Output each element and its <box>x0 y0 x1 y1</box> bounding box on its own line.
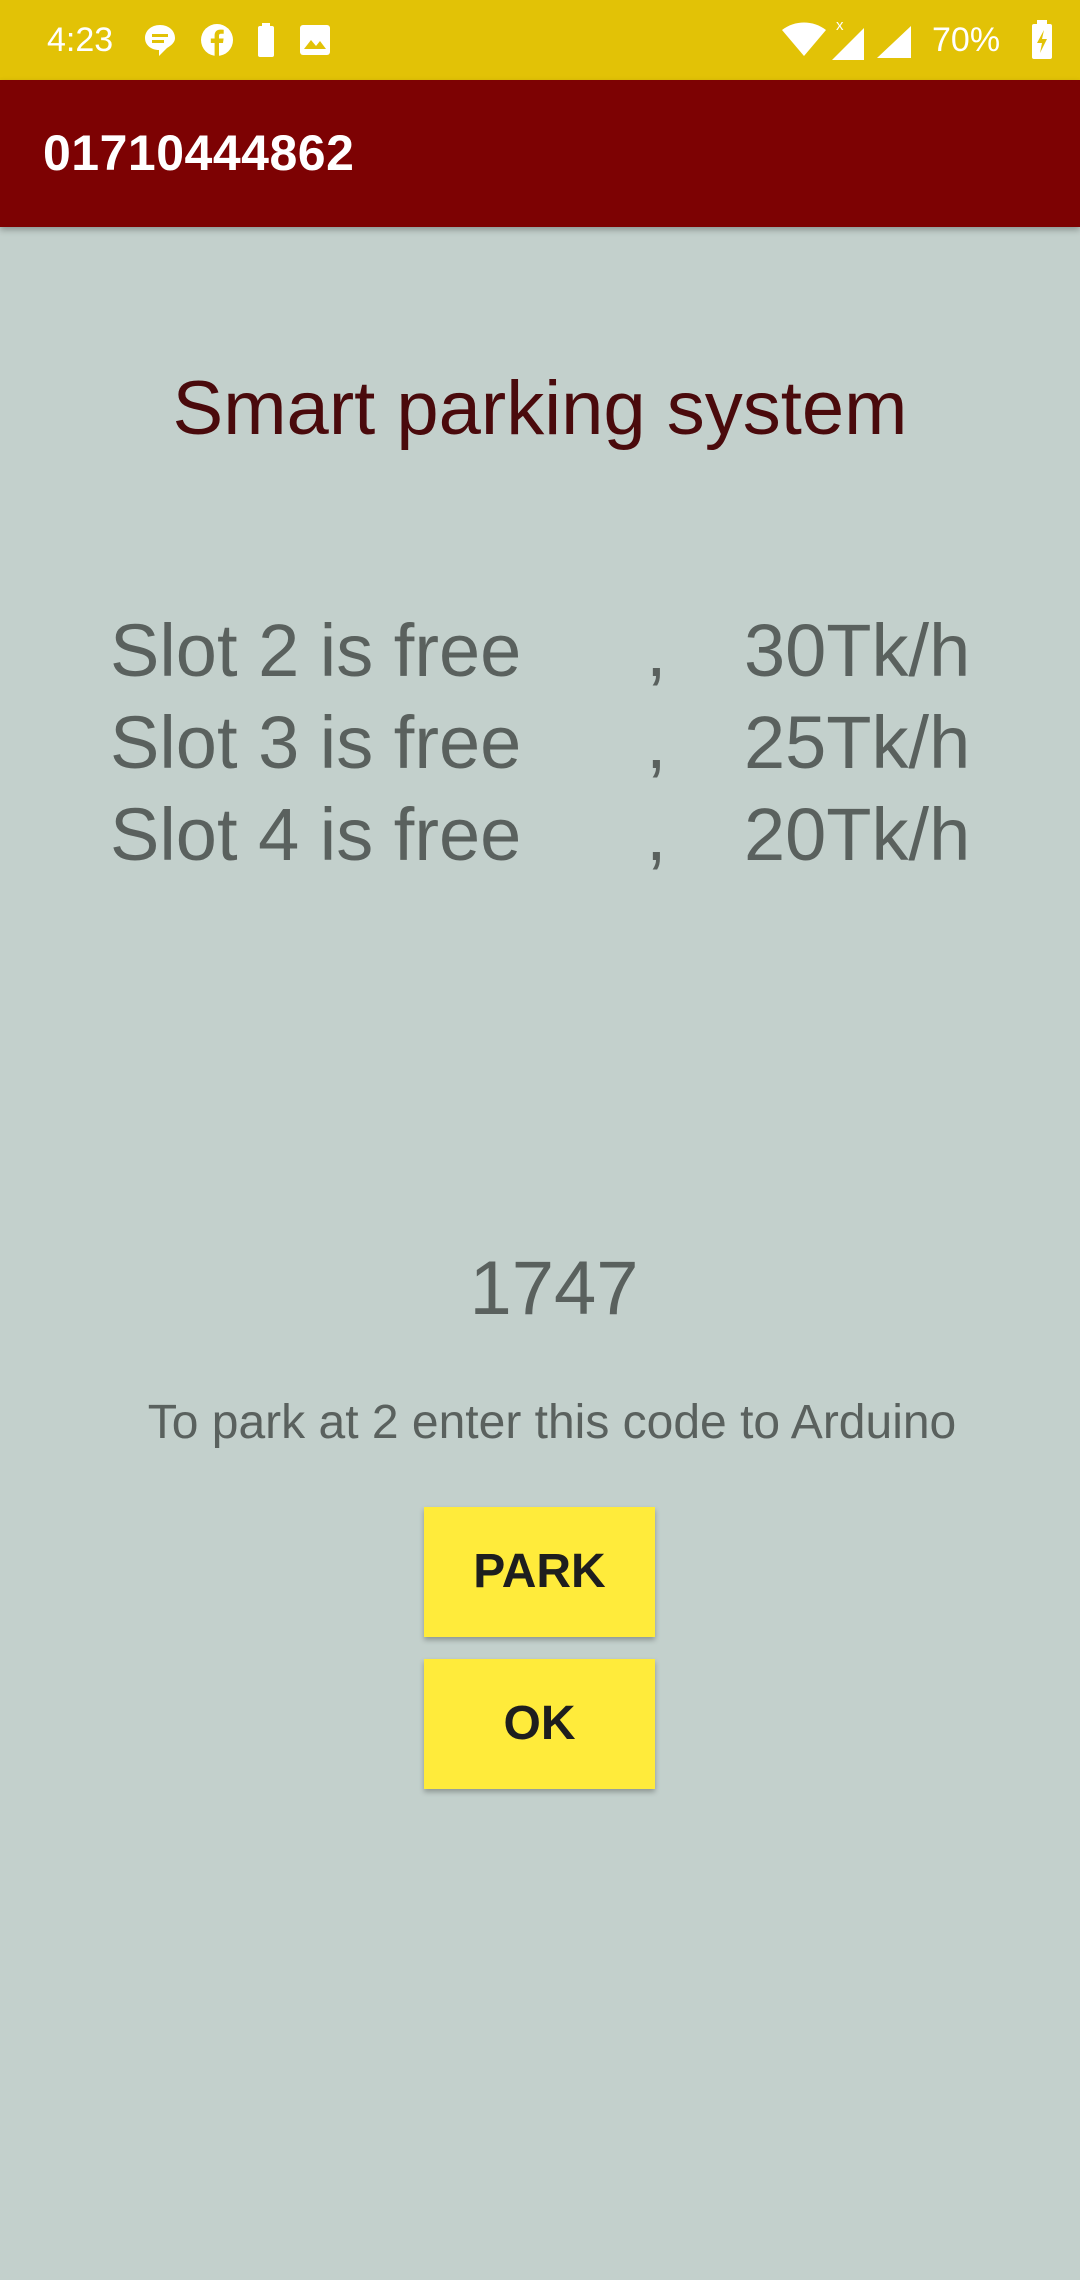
svg-text:x: x <box>836 17 844 34</box>
chat-bubble-icon <box>142 22 178 58</box>
slot-separator: , <box>646 701 667 784</box>
app-title: 01710444862 <box>43 125 355 181</box>
slot-rate: 25Tk/h <box>744 701 971 784</box>
status-time: 4:23 <box>47 21 114 59</box>
page-title: Smart parking system <box>172 366 908 451</box>
slot-status: Slot 3 is free <box>110 701 522 784</box>
facebook-icon <box>200 23 234 57</box>
battery-saver-icon <box>256 22 276 58</box>
battery-percentage: 70% <box>932 21 1001 59</box>
instruction-text: To park at 2 enter this code to Arduino <box>147 1396 957 1449</box>
parking-code: 1747 <box>469 1246 639 1331</box>
notification-icons <box>142 20 332 60</box>
image-icon <box>298 23 332 57</box>
slot-status: Slot 4 is free <box>110 793 522 876</box>
slot-row: Slot 3 is free , 25Tk/h <box>110 697 1010 789</box>
park-button[interactable]: PARK <box>424 1507 655 1637</box>
slot-row: Slot 2 is free , 30Tk/h <box>110 605 1010 697</box>
slot-separator: , <box>646 793 667 876</box>
slot-row: Slot 4 is free , 20Tk/h <box>110 789 1010 881</box>
slot-rate: 20Tk/h <box>744 793 971 876</box>
app-bar: 01710444862 <box>0 80 1080 227</box>
slot-separator: , <box>646 609 667 692</box>
system-icons: x <box>780 0 1080 80</box>
status-bar: 4:23 x 70% <box>0 0 1080 80</box>
ok-button[interactable]: OK <box>424 1659 655 1789</box>
slot-status: Slot 2 is free <box>110 609 522 692</box>
slot-rate: 30Tk/h <box>744 609 971 692</box>
slot-list: Slot 2 is free , 30Tk/h Slot 3 is free ,… <box>110 605 1010 881</box>
